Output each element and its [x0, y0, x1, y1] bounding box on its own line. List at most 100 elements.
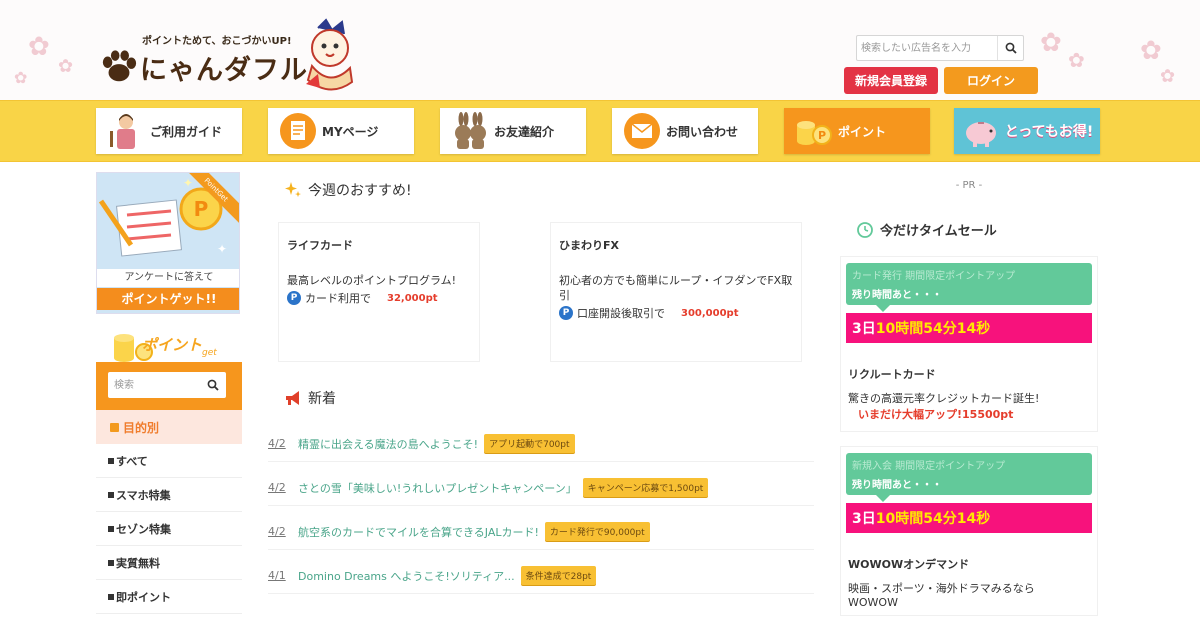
mypage-icon	[280, 113, 316, 149]
survey-caption: アンケートに答えて	[97, 269, 239, 287]
news-link[interactable]: さとの雪「美味しい!うれしいプレゼントキャンペーン」	[298, 480, 577, 496]
login-button[interactable]: ログイン	[944, 67, 1038, 94]
sakura-decoration-icon: ✿	[14, 68, 28, 87]
recommend-card-points: P カード利用で 32,000pt	[287, 290, 471, 306]
mail-icon	[624, 113, 660, 149]
news-row[interactable]: 4/2 さとの雪「美味しい!うれしいプレゼントキャンペーン」 キャンペーン応募で…	[268, 470, 814, 506]
sakura-decoration-icon: ✿	[28, 32, 50, 62]
category-square-icon	[110, 422, 119, 432]
site-search-button[interactable]	[997, 36, 1023, 60]
timesale-campaign-text: カード発行 期間限定ポイントアップ	[852, 271, 1016, 282]
timesale-pointer-icon	[876, 495, 890, 502]
news-link[interactable]: Domino Dreams へようこそ!ソリティア...	[298, 568, 515, 584]
point-search-title: ポイント	[142, 336, 203, 354]
category-item[interactable]: 即ポイント	[96, 580, 242, 614]
point-p-icon: P	[559, 306, 573, 320]
nav-mypage-label: MYページ	[322, 124, 379, 139]
nav-guide-label: ご利用ガイド	[150, 124, 223, 139]
point-search-header: ポイント get	[96, 328, 242, 364]
bullet-square-icon	[108, 525, 114, 532]
nav-guide[interactable]: ご利用ガイド	[96, 108, 242, 154]
clock-icon	[857, 221, 873, 238]
nav-contact-label: お問い合わせ	[666, 124, 739, 139]
nav-invite[interactable]: お友達紹介	[440, 108, 586, 154]
recommend-card[interactable]: ライフカード 最高レベルのポイントプログラム! P カード利用で 32,000p…	[278, 222, 480, 362]
site-logo[interactable]: ポイントためて、おこづかいUP! にゃんダフル	[98, 18, 363, 96]
category-item[interactable]: すべて	[96, 444, 242, 478]
recommend-card-pt: 32,000pt	[387, 292, 438, 304]
recommend-card-condition: 口座開設後取引で	[577, 307, 665, 320]
news-link[interactable]: 精霊に出会える魔法の島へようこそ!	[298, 436, 478, 452]
point-search-subtitle: get	[202, 348, 217, 358]
recommend-card-desc: 最高レベルのポイントプログラム!	[287, 274, 457, 287]
news-row[interactable]: 4/1 Domino Dreams へようこそ!ソリティア... 条件達成で28…	[268, 558, 814, 594]
category-heading: 目的別	[96, 410, 242, 444]
recommend-card-name: ひまわりFX	[559, 239, 619, 252]
svg-text:✦: ✦	[183, 176, 193, 190]
nav-points[interactable]: P ポイント	[784, 108, 930, 154]
guide-person-icon	[110, 114, 135, 149]
survey-cta: ポイントゲット!!	[97, 288, 239, 310]
nav-deals-banner[interactable]: とってもお得!	[954, 108, 1100, 154]
timesale-offer-name[interactable]: WOWOWオンデマンド	[848, 556, 969, 572]
news-badge: アプリ起動で700pt	[484, 434, 575, 453]
countdown-days: 3日	[852, 511, 876, 527]
bullet-square-icon	[108, 559, 114, 566]
bullet-square-icon	[108, 491, 114, 498]
nav-mypage[interactable]: MYページ	[268, 108, 414, 154]
news-row[interactable]: 4/2 航空系のカードでマイルを合算できるJALカード! カード発行で90,00…	[268, 514, 814, 550]
timesale-timer-header: カード発行 期間限定ポイントアップ 残り時間あと・・・	[846, 263, 1092, 312]
timesale-timer-header: 新規入会 期間限定ポイントアップ 残り時間あと・・・	[846, 453, 1092, 502]
countdown-time: 10時間54分14秒	[875, 511, 991, 527]
svg-text:✦: ✦	[217, 242, 227, 256]
register-button[interactable]: 新規会員登録	[844, 67, 938, 94]
sakura-decoration-icon: ✿	[1068, 48, 1085, 72]
category-item[interactable]: セゾン特集	[96, 512, 242, 546]
recommend-heading: 今週のおすすめ!	[284, 180, 412, 200]
svg-text:P: P	[818, 129, 826, 142]
timesale-campaign-text: 新規入会 期間限定ポイントアップ	[852, 461, 1006, 472]
news-title: 新着	[308, 391, 336, 407]
survey-banner[interactable]: P ✦ ✦ PointGet アンケートに答えて ポイントゲット!!	[96, 172, 240, 314]
timesale-pointer-icon	[876, 305, 890, 312]
point-search-button[interactable]	[204, 376, 222, 394]
category-item-label: 即ポイント	[116, 590, 171, 604]
news-heading: 新着	[284, 388, 336, 408]
news-row[interactable]: 4/2 精霊に出会える魔法の島へようこそ! アプリ起動で700pt	[268, 426, 814, 462]
countdown-days: 3日	[852, 321, 876, 337]
recommend-card-condition: カード利用で	[305, 292, 371, 305]
search-icon	[207, 379, 219, 391]
site-search-input[interactable]	[861, 39, 991, 57]
timesale-countdown: 3日 10時間54分14秒	[846, 503, 1092, 533]
category-heading-label: 目的別	[123, 420, 160, 435]
news-link[interactable]: 航空系のカードでマイルを合算できるJALカード!	[298, 524, 539, 540]
news-badge: カード発行で90,000pt	[544, 522, 650, 541]
point-search-panel	[96, 362, 242, 410]
point-search-input[interactable]	[114, 377, 198, 393]
recommend-title: 今週のおすすめ!	[308, 183, 412, 199]
timesale-heading: 今だけタイムセール	[856, 220, 997, 239]
timesale-countdown: 3日 10時間54分14秒	[846, 313, 1092, 343]
recommend-card[interactable]: ひまわりFX 初心者の方でも簡単にループ・イフダンでFX取引 P 口座開設後取引…	[550, 222, 802, 362]
category-item-label: 実質無料	[116, 556, 160, 570]
category-item-label: すべて	[116, 454, 148, 468]
recommend-card-name: ライフカード	[287, 239, 353, 252]
timesale-offer-name[interactable]: リクルートカード	[848, 366, 936, 382]
nav-contact[interactable]: お問い合わせ	[612, 108, 758, 154]
point-p-icon: P	[287, 291, 301, 305]
bullet-square-icon	[108, 457, 114, 464]
category-item[interactable]: スマホ特集	[96, 478, 242, 512]
category-item[interactable]: 実質無料	[96, 546, 242, 580]
piggy-bank-icon	[965, 122, 996, 147]
search-icon	[1005, 42, 1017, 54]
news-badge: キャンペーン応募で1,500pt	[582, 478, 709, 497]
pr-label: - PR -	[955, 180, 983, 191]
countdown-time: 10時間54分14秒	[875, 321, 991, 337]
logo-brand-text: にゃんダフル	[140, 55, 308, 86]
bullet-square-icon	[108, 593, 114, 600]
news-date: 4/2	[268, 525, 286, 538]
sakura-decoration-icon: ✿	[58, 56, 74, 77]
sparkle-icon	[285, 182, 301, 197]
news-date: 4/1	[268, 569, 286, 582]
svg-text:P: P	[194, 197, 209, 221]
